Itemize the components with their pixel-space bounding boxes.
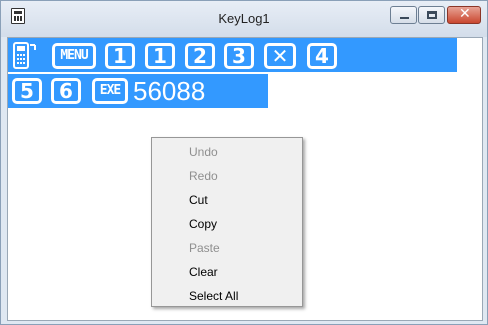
multiply-icon: ✕: [271, 44, 289, 68]
result-value: 56088: [133, 76, 206, 106]
close-button[interactable]: ✕: [447, 6, 481, 24]
key-multiply: ✕: [264, 43, 296, 69]
selected-line-1: MENU 1 1 2 3 ✕ 4: [8, 38, 457, 72]
key-6: 6: [51, 78, 81, 104]
menu-item-redo[interactable]: Redo: [152, 164, 302, 188]
menu-item-cut[interactable]: Cut: [152, 188, 302, 212]
app-window: KeyLog1 ✕ MENU 1 1 2 3 ✕ 4 5 6 EXE 56088…: [0, 0, 488, 325]
calculator-icon: [13, 42, 36, 69]
minimize-icon: [400, 17, 409, 19]
menu-item-copy[interactable]: Copy: [152, 212, 302, 236]
key-1: 1: [145, 43, 175, 69]
close-icon: ✕: [459, 6, 471, 22]
minimize-button[interactable]: [390, 6, 417, 24]
menu-item-clear[interactable]: Clear: [152, 260, 302, 284]
key-3: 3: [224, 43, 254, 69]
key-1: 1: [105, 43, 135, 69]
maximize-button[interactable]: [418, 6, 445, 24]
selected-line-2: 5 6 EXE 56088: [8, 74, 268, 108]
key-2: 2: [185, 43, 215, 69]
key-5: 5: [12, 78, 42, 104]
key-exe: EXE: [92, 78, 128, 104]
context-menu: Undo Redo Cut Copy Paste Clear Select Al…: [151, 137, 303, 307]
menu-item-paste[interactable]: Paste: [152, 236, 302, 260]
menu-item-select-all[interactable]: Select All: [152, 284, 302, 308]
key-menu: MENU: [52, 43, 96, 69]
title-bar[interactable]: KeyLog1 ✕: [1, 1, 487, 37]
maximize-icon: [427, 11, 437, 19]
menu-item-undo[interactable]: Undo: [152, 140, 302, 164]
key-4: 4: [307, 43, 337, 69]
